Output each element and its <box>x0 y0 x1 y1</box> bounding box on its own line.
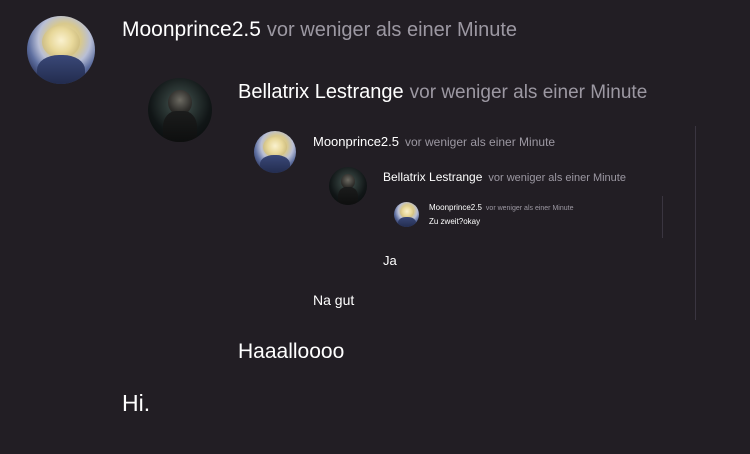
timestamp: vor weniger als einer Minute <box>485 205 574 212</box>
avatar[interactable] <box>27 16 95 84</box>
avatar-body <box>397 216 416 227</box>
username[interactable]: Moonprince2.5 <box>429 203 482 212</box>
username[interactable]: Moonprince2.5 <box>122 18 261 41</box>
avatar-face <box>263 136 287 158</box>
comment-header: Moonprince2.5 vor weniger als einer Minut… <box>429 203 573 212</box>
timestamp: vor weniger als einer Minute <box>488 172 626 184</box>
comment-text: Haaalloooo <box>238 340 345 363</box>
username[interactable]: Bellatrix Lestrange <box>238 81 404 103</box>
avatar-body <box>163 111 197 142</box>
avatar-face <box>41 25 81 59</box>
avatar-body <box>259 155 291 173</box>
comment-text: Hi. <box>122 390 151 416</box>
comment-header: Bellatrix Lestrange vor weniger als einer… <box>383 170 626 184</box>
comment-header: Moonprince2.5 vor weniger als einer Minut… <box>122 18 517 42</box>
avatar-body <box>338 186 358 205</box>
comment-text: Zu zweit?okay <box>429 217 481 226</box>
thread-divider <box>695 126 696 320</box>
username[interactable]: Moonprince2.5 <box>313 134 399 149</box>
timestamp: vor weniger als einer Minute <box>409 82 648 103</box>
comment-thread: Moonprince2.5 vor weniger als einer Minut… <box>0 0 750 454</box>
avatar[interactable] <box>329 167 367 205</box>
comment-text: Ja <box>383 253 397 268</box>
avatar[interactable] <box>394 202 419 227</box>
comment-header: Bellatrix Lestrange vor weniger als einer… <box>238 81 647 104</box>
username[interactable]: Bellatrix Lestrange <box>383 170 482 184</box>
comment-header: Moonprince2.5 vor weniger als einer Minut… <box>313 134 555 149</box>
comment-text: Na gut <box>313 292 355 308</box>
avatar-body <box>36 55 86 84</box>
timestamp: vor weniger als einer Minute <box>405 135 556 149</box>
avatar[interactable] <box>254 131 296 173</box>
avatar-face <box>399 205 414 218</box>
timestamp: vor weniger als einer Minute <box>266 19 518 41</box>
avatar[interactable] <box>148 78 212 142</box>
thread-divider <box>662 196 663 238</box>
